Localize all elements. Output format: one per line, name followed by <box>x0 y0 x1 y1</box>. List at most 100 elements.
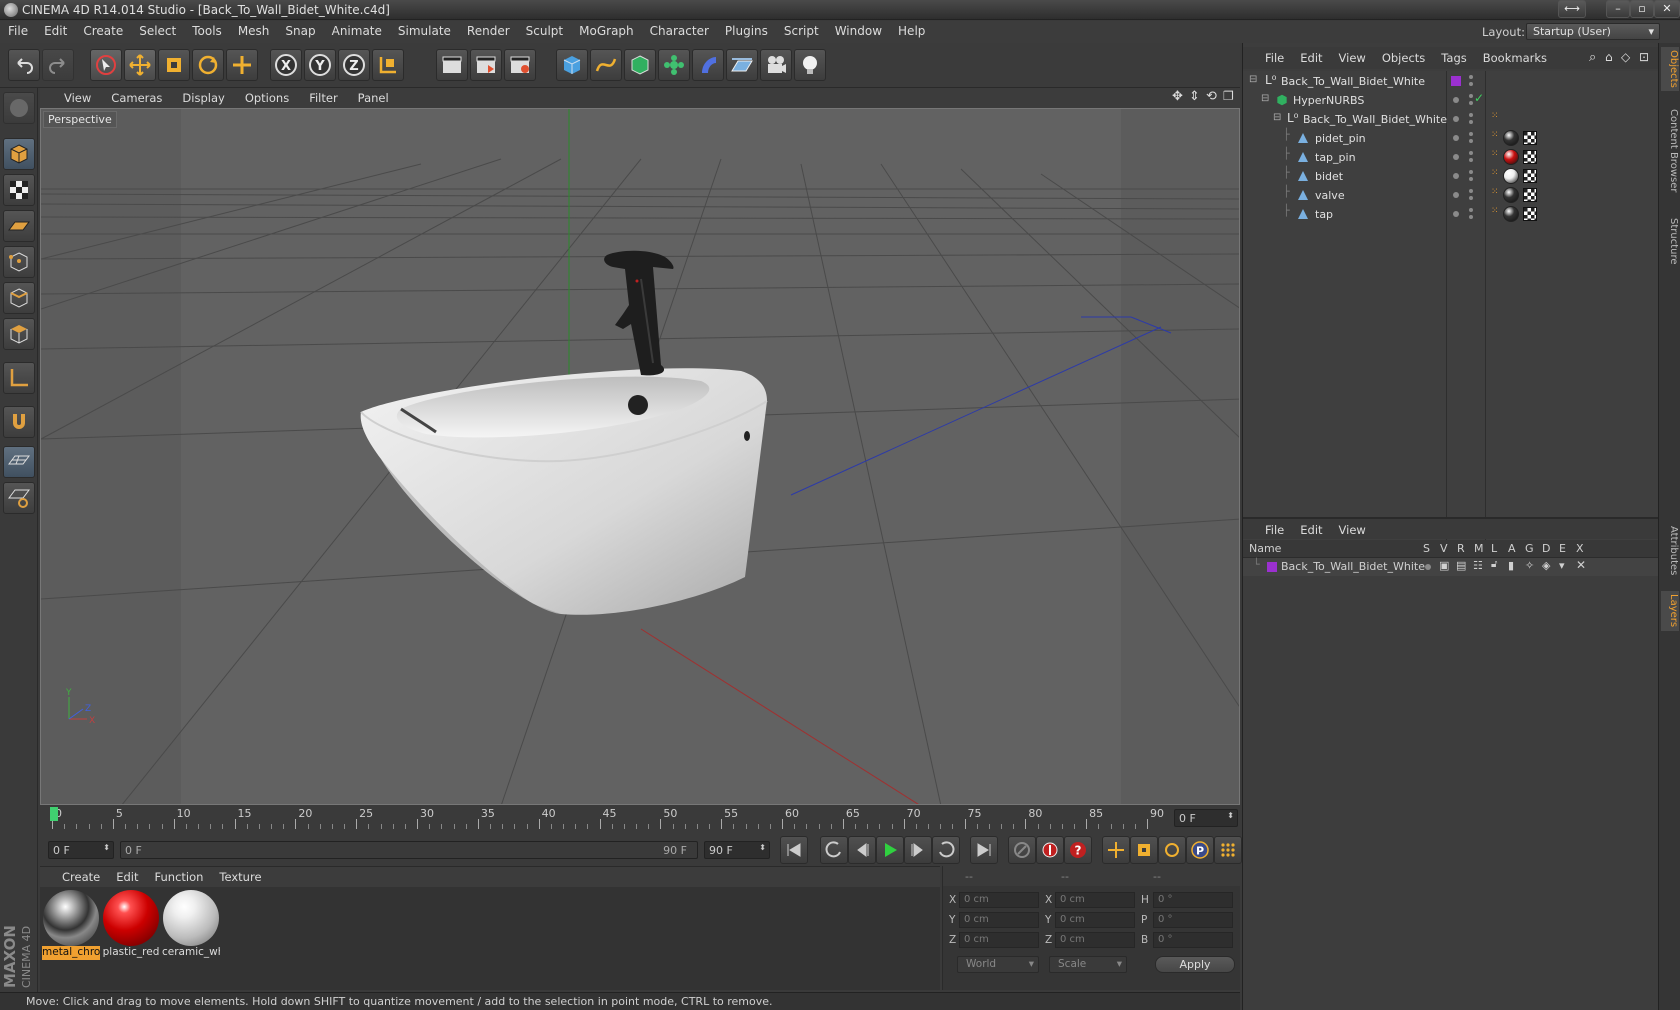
viewport-menu-filter[interactable]: Filter <box>299 88 347 105</box>
render-dot[interactable] <box>1469 82 1473 86</box>
texture-tag-icon[interactable] <box>1523 150 1537 164</box>
key-position-button[interactable] <box>1102 836 1130 864</box>
rotate-tool-button[interactable] <box>192 49 224 81</box>
material-ceramic-white[interactable]: ceramic_wh <box>162 890 220 962</box>
polygons-mode-button[interactable] <box>3 318 35 350</box>
rotation-p-field[interactable]: 0 ° <box>1153 912 1233 928</box>
restore-icon[interactable]: ⟷ <box>1558 0 1586 18</box>
make-editable-button[interactable] <box>3 92 35 124</box>
search-icon[interactable]: ⌕ <box>1589 50 1596 65</box>
generator-icon[interactable]: ✧ <box>1525 559 1534 572</box>
material-tag-icon[interactable] <box>1503 149 1519 165</box>
viewport-move-icon[interactable]: ✥ <box>1172 89 1183 104</box>
menu-tools[interactable]: Tools <box>184 21 230 38</box>
obj-menu-edit[interactable]: Edit <box>1292 47 1330 65</box>
phong-tag-icon[interactable]: ⁙ <box>1491 206 1499 216</box>
go-to-end-button[interactable] <box>970 836 998 864</box>
editor-dot[interactable] <box>1469 132 1473 136</box>
obj-menu-objects[interactable]: Objects <box>1374 47 1433 65</box>
expression-icon[interactable]: ▾ <box>1559 559 1565 572</box>
deformer-icon[interactable]: ◈ <box>1542 559 1550 572</box>
scale-tool-button[interactable] <box>158 49 190 81</box>
viewport-menu-view[interactable]: View <box>54 88 101 105</box>
autokeying-button[interactable] <box>1036 836 1064 864</box>
texture-mode-button[interactable] <box>3 174 35 206</box>
render-dot[interactable] <box>1469 120 1473 124</box>
object-row-bidet[interactable]: ├ bidet ⁙ <box>1243 166 1659 186</box>
workplane-mode-button[interactable] <box>3 210 35 242</box>
texture-tag-icon[interactable] <box>1523 131 1537 145</box>
previous-key-button[interactable] <box>820 836 848 864</box>
tab-layers[interactable]: Layers <box>1661 591 1679 631</box>
close-button[interactable]: ✕ <box>1654 0 1680 18</box>
menu-snap[interactable]: Snap <box>277 21 323 38</box>
menu-plugins[interactable]: Plugins <box>717 21 776 38</box>
position-y-field[interactable]: 0 cm <box>959 912 1039 928</box>
rotation-h-field[interactable]: 0 ° <box>1153 892 1233 908</box>
size-z-field[interactable]: 0 cm <box>1055 932 1135 948</box>
layer-menu-view[interactable]: View <box>1331 519 1374 537</box>
undo-button[interactable] <box>8 49 40 81</box>
lock-icon[interactable]: 🔓︎ <box>1491 559 1497 570</box>
menu-mograph[interactable]: MoGraph <box>571 21 642 38</box>
viewport-menu-display[interactable]: Display <box>172 88 234 105</box>
end-frame-field[interactable]: 90 F ⬍ <box>704 841 770 859</box>
visibility-dot[interactable] <box>1453 192 1459 198</box>
clapboard-icon[interactable]: ▤ <box>1456 559 1466 572</box>
material-menu-edit[interactable]: Edit <box>108 867 146 884</box>
obj-menu-tags[interactable]: Tags <box>1433 47 1474 65</box>
visibility-dot[interactable] <box>1453 97 1459 103</box>
editor-dot[interactable] <box>1469 113 1473 117</box>
menu-render[interactable]: Render <box>459 21 518 38</box>
material-plastic-red[interactable]: plastic_red <box>102 890 160 962</box>
x-axis-lock-button[interactable]: X <box>270 49 302 81</box>
visibility-dot[interactable] <box>1453 154 1459 160</box>
floor-object-button[interactable] <box>726 49 758 81</box>
menu-edit[interactable]: Edit <box>36 21 75 38</box>
menu-file[interactable]: File <box>0 21 36 38</box>
menu-script[interactable]: Script <box>776 21 827 38</box>
visibility-dot[interactable] <box>1453 116 1459 122</box>
world-dropdown[interactable]: World ▾ <box>957 956 1039 973</box>
layer-color-swatch[interactable] <box>1451 76 1461 86</box>
checkmark-icon[interactable]: ✓ <box>1474 91 1484 105</box>
light-button[interactable] <box>794 49 826 81</box>
phong-tag-icon[interactable]: ⁙ <box>1491 149 1499 159</box>
next-key-button[interactable] <box>932 836 960 864</box>
menu-select[interactable]: Select <box>131 21 184 38</box>
layer-menu-edit[interactable]: Edit <box>1292 519 1330 537</box>
viewport-menu-cameras[interactable]: Cameras <box>101 88 172 105</box>
perspective-viewport[interactable]: Y X Z Perspective <box>40 108 1240 805</box>
editor-dot[interactable] <box>1469 94 1473 98</box>
menu-mesh[interactable]: Mesh <box>230 21 278 38</box>
move-tool-button[interactable] <box>124 49 156 81</box>
playhead-marker[interactable] <box>50 807 58 821</box>
viewport-maximize-icon[interactable]: ❐ <box>1223 89 1234 103</box>
object-row-valve[interactable]: ├ valve ⁙ <box>1243 185 1659 205</box>
render-dot[interactable] <box>1469 158 1473 162</box>
viewport-menu-options[interactable]: Options <box>235 88 299 105</box>
tab-structure[interactable]: Structure <box>1661 211 1679 271</box>
tab-objects[interactable]: Objects <box>1661 47 1679 91</box>
collapse-icon[interactable]: ⊟ <box>1249 74 1257 85</box>
workplane-lock-button[interactable] <box>3 446 35 478</box>
play-button[interactable] <box>876 836 904 864</box>
obj-menu-file[interactable]: File <box>1257 47 1292 65</box>
rotation-b-field[interactable]: 0 ° <box>1153 932 1233 948</box>
axis-mode-button[interactable] <box>3 362 35 394</box>
planar-workplane-button[interactable] <box>3 482 35 514</box>
snap-button[interactable] <box>3 406 35 438</box>
render-picture-viewer-button[interactable] <box>470 49 502 81</box>
collapse-icon[interactable]: ⊟ <box>1273 112 1281 123</box>
visibility-dot[interactable] <box>1453 173 1459 179</box>
phong-tag-icon[interactable]: ⁙ <box>1491 111 1499 121</box>
start-frame-field[interactable]: 0 F ⬍ <box>48 841 114 859</box>
material-tag-icon[interactable] <box>1503 187 1519 203</box>
editor-dot[interactable] <box>1469 189 1473 193</box>
menu-help[interactable]: Help <box>890 21 933 38</box>
tab-content-browser[interactable]: Content Browser <box>1661 99 1679 203</box>
texture-tag-icon[interactable] <box>1523 207 1537 221</box>
menu-character[interactable]: Character <box>642 21 717 38</box>
live-selection-button[interactable] <box>90 49 122 81</box>
menu-sculpt[interactable]: Sculpt <box>518 21 571 38</box>
